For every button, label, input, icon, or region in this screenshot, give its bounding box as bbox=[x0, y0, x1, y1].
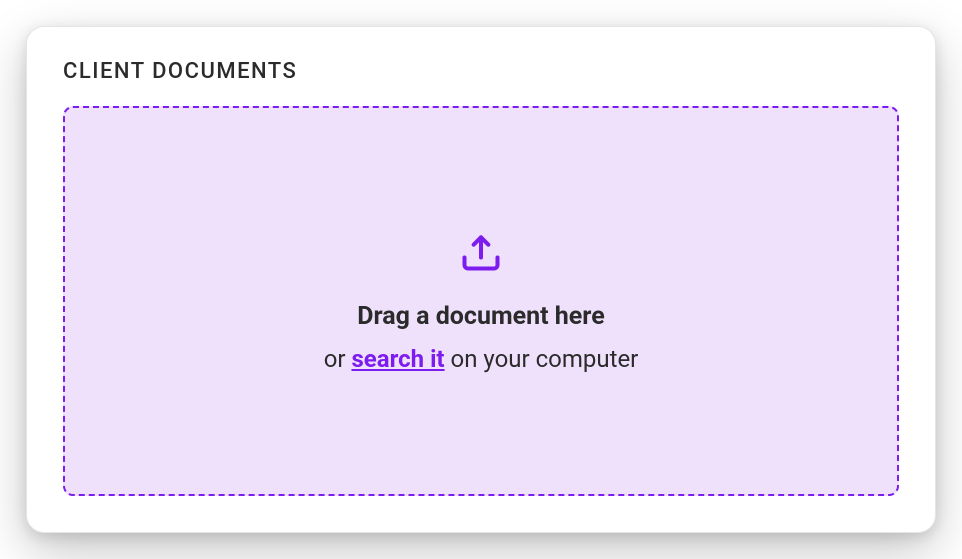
or-suffix: on your computer bbox=[445, 345, 639, 373]
drag-instruction: Drag a document here bbox=[357, 302, 604, 331]
document-upload-card: CLIENT DOCUMENTS Drag a document here or… bbox=[26, 26, 936, 533]
file-dropzone[interactable]: Drag a document here or search it on you… bbox=[63, 106, 899, 496]
search-file-link[interactable]: search it bbox=[351, 345, 444, 373]
section-title: CLIENT DOCUMENTS bbox=[63, 59, 899, 84]
search-instruction: or search it on your computer bbox=[324, 345, 639, 373]
or-prefix: or bbox=[324, 345, 352, 373]
upload-icon bbox=[459, 230, 503, 278]
